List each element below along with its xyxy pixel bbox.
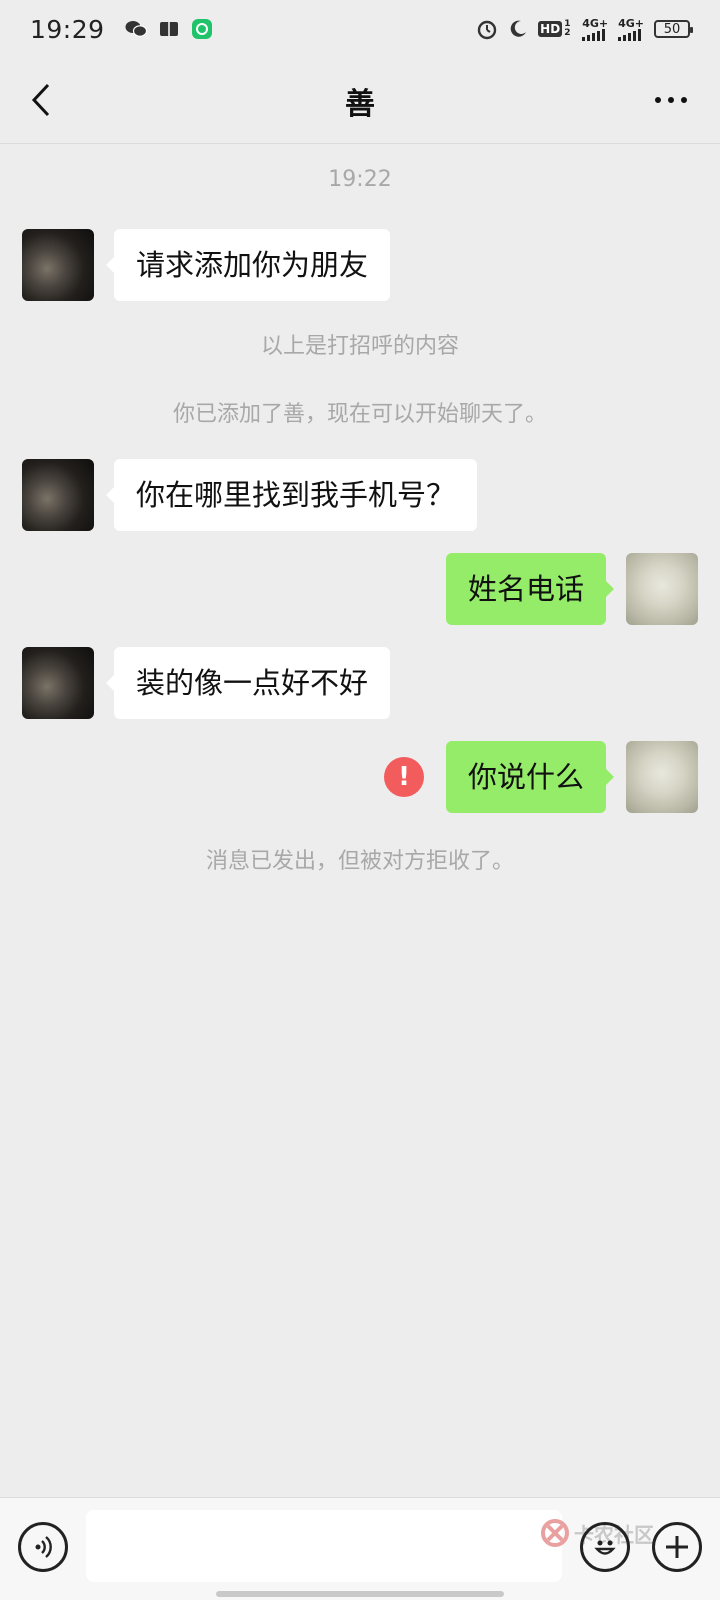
back-button[interactable] [22,80,62,120]
more-functions-button[interactable] [652,1522,702,1572]
alarm-icon [476,18,498,40]
signal-bars-icon [582,28,606,41]
contact-avatar[interactable] [22,647,94,719]
chat-header: 善 [0,58,720,144]
voice-wave-icon [35,1536,52,1558]
send-failed-icon[interactable]: ! [384,757,424,797]
contact-avatar[interactable] [22,229,94,301]
app-notification-icon [191,18,213,40]
message-row: 装的像一点好不好 [0,647,720,719]
system-note-greeting: 以上是打招呼的内容 [260,334,459,359]
my-avatar[interactable] [626,553,698,625]
emoji-button[interactable] [580,1522,630,1572]
signal-bars-icon [618,28,642,41]
hd-sub-label: 1 2 [564,19,571,38]
my-avatar[interactable] [626,741,698,813]
message-list[interactable]: 19:22 请求添加你为朋友 以上是打招呼的内容 你已添加了善，现在可以开始聊天… [0,145,720,1495]
system-note-rejected: 消息已发出，但被对方拒收了。 [205,849,514,874]
home-indicator[interactable] [216,1591,504,1597]
message-row: ! 你说什么 [0,741,720,813]
network-type-2: 4G+ [618,16,644,30]
contact-avatar[interactable] [22,459,94,531]
message-input[interactable] [86,1510,562,1582]
more-dots-icon [655,97,687,103]
chat-title: 善 [345,86,375,122]
input-bar: 卡农社区 [0,1497,720,1600]
network-type-1: 4G+ [582,16,609,30]
system-status-icons: HD 1 2 4G+ 4G+ 50 [476,18,693,41]
battery-icon: 50 [654,20,693,38]
system-note-friend-added: 你已添加了善，现在可以开始聊天了。 [172,402,547,427]
battery-level: 50 [663,21,681,37]
notification-icons [125,18,213,40]
more-options-button[interactable] [646,80,696,120]
message-bubble-incoming[interactable]: 请求添加你为朋友 [105,229,391,301]
message-bubble-outgoing[interactable]: 你说什么 [445,741,615,813]
hd-voice-icon: HD 1 2 [538,20,572,38]
status-time: 19:29 [30,14,105,44]
voice-input-button[interactable] [18,1522,68,1572]
chevron-left-icon [31,83,50,117]
hd-label: HD [538,21,563,37]
status-bar: 19:29 HD 1 2 4G+ 4G+ 50 [0,0,720,58]
message-bubble-outgoing[interactable]: 姓名电话 [445,553,615,625]
signal-2: 4G+ [618,18,644,41]
message-row: 你在哪里找到我手机号？ [0,459,720,531]
signal-1: 4G+ [582,18,608,41]
plus-icon [666,1536,688,1558]
book-icon [159,20,179,38]
message-timestamp: 19:22 [328,167,392,192]
smiley-face-icon [594,1540,616,1555]
message-row: 姓名电话 [0,553,720,625]
message-bubble-incoming[interactable]: 你在哪里找到我手机号？ [105,459,478,531]
message-bubble-incoming[interactable]: 装的像一点好不好 [105,647,391,719]
do-not-disturb-moon-icon [508,19,528,39]
wechat-icon [125,20,147,38]
message-row: 请求添加你为朋友 [0,229,720,301]
